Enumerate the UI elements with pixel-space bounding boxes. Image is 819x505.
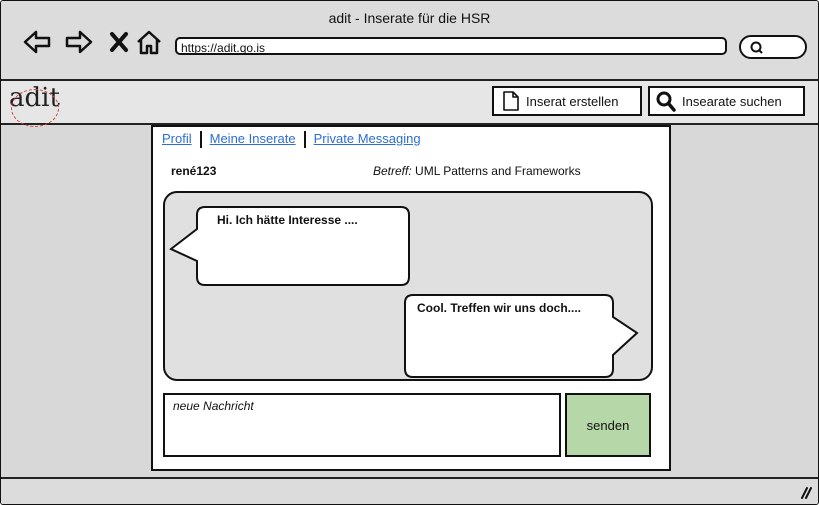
search-ads-label: Insearate suchen xyxy=(682,93,782,109)
message-panel: Profil Meine Inserate Private Messaging re… xyxy=(151,125,671,471)
magnifier-icon xyxy=(656,91,676,112)
conversation-user: rené123 xyxy=(171,164,217,178)
address-bar[interactable]: https://adit.qo.is xyxy=(175,37,727,55)
chat-area: Hi. Ich hätte Interesse .... Cool. Treff… xyxy=(163,191,653,381)
subject-text: UML Patterns and Frameworks xyxy=(415,164,581,178)
tab-bar: Profil Meine Inserate Private Messaging xyxy=(162,131,421,149)
stop-x-icon[interactable] xyxy=(107,29,135,55)
tab-private-messaging[interactable]: Private Messaging xyxy=(314,131,421,146)
logo-ring xyxy=(11,89,59,127)
create-ad-button[interactable]: Inserat erstellen xyxy=(492,86,642,116)
adit-logo[interactable]: adit xyxy=(9,83,61,127)
tab-separator xyxy=(199,131,202,149)
app-toolbar: adit Inserat erstellen Insearate suchen xyxy=(1,81,818,127)
forward-arrow-icon[interactable] xyxy=(65,29,93,55)
browser-window: adit - Inserate für die HSR https://adit… xyxy=(0,0,819,505)
window-title: adit - Inserate für die HSR xyxy=(328,10,491,26)
browser-search-field[interactable] xyxy=(739,35,807,59)
tab-meine-inserate[interactable]: Meine Inserate xyxy=(210,131,296,146)
conversation-subject: Betreff: UML Patterns and Frameworks xyxy=(373,164,581,178)
back-arrow-icon[interactable] xyxy=(23,29,51,55)
subject-prefix: Betreff: xyxy=(373,164,412,178)
home-icon[interactable] xyxy=(135,29,163,55)
browser-titlebar: adit - Inserate für die HSR https://adit… xyxy=(1,1,818,81)
document-icon xyxy=(503,91,519,111)
incoming-message: Hi. Ich hätte Interesse .... xyxy=(217,213,358,227)
status-bar xyxy=(1,477,818,504)
outgoing-message: Cool. Treffen wir uns doch.... xyxy=(417,301,582,315)
search-icon xyxy=(750,41,763,54)
resize-grip-icon[interactable] xyxy=(798,485,812,499)
send-button[interactable]: senden xyxy=(565,393,651,457)
search-ads-button[interactable]: Insearate suchen xyxy=(648,86,805,116)
tab-separator xyxy=(303,131,306,149)
create-ad-label: Inserat erstellen xyxy=(526,93,619,109)
tab-profil[interactable]: Profil xyxy=(162,131,192,146)
new-message-input[interactable]: neue Nachricht xyxy=(163,393,561,457)
